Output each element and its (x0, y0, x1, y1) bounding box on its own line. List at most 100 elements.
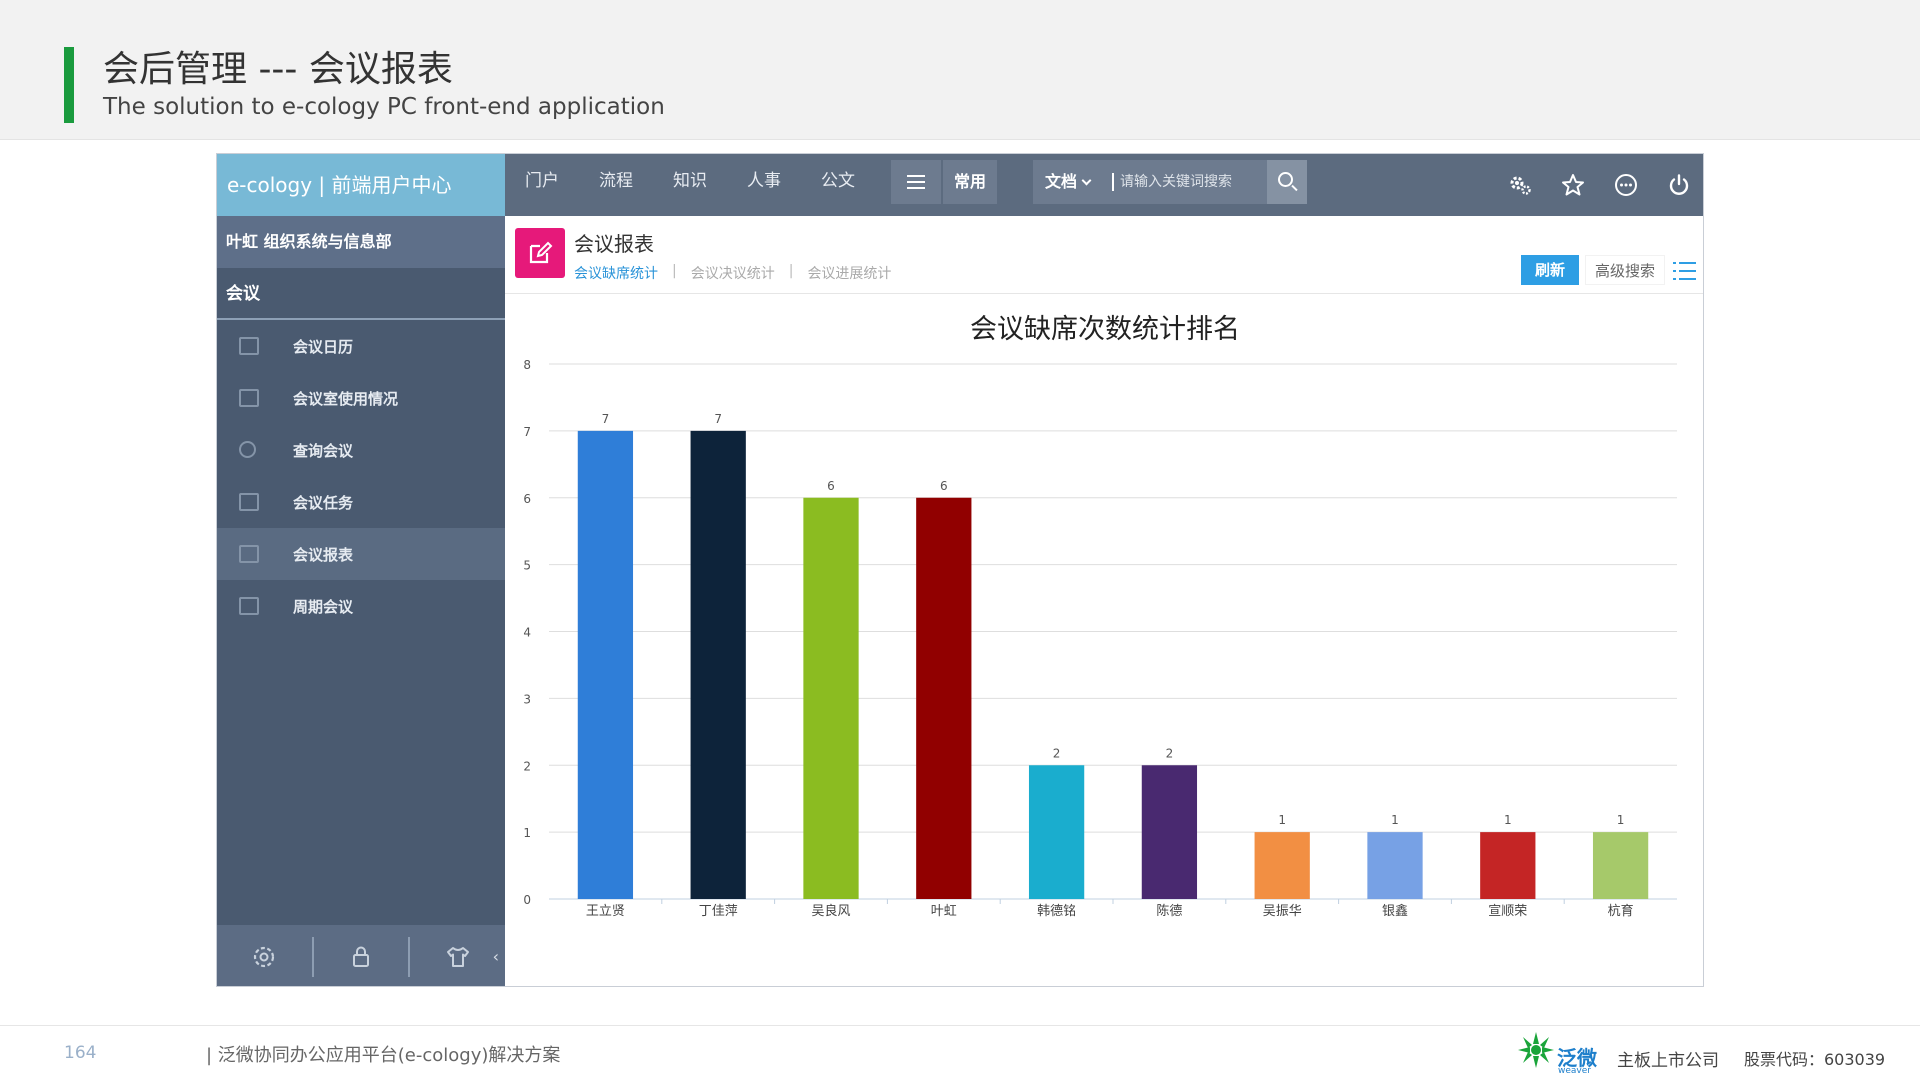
nav-item-workflow[interactable]: 流程 (599, 154, 673, 216)
sidebar: 叶虹 组织系统与信息部 会议 会议日历 会议室使用情况 查询会议 会议任务 会议… (217, 216, 505, 986)
y-tick-label: 5 (523, 559, 531, 573)
data-label: 2 (1166, 746, 1174, 760)
list-icon[interactable] (1673, 260, 1697, 282)
data-label: 7 (602, 412, 610, 426)
tab-resolution[interactable]: 会议决议统计 (691, 263, 775, 283)
sidebar-item-label: 会议日历 (293, 337, 354, 356)
sidebar-item-label: 查询会议 (293, 441, 354, 460)
bar (1367, 832, 1423, 899)
power-icon[interactable] (1652, 154, 1703, 216)
slide-subtitle: The solution to e-cology PC front-end ap… (103, 94, 665, 120)
page-title: 会议报表 (574, 232, 654, 256)
data-label: 1 (1391, 813, 1399, 827)
bar (1480, 832, 1536, 899)
slide-title: 会后管理 --- 会议报表 (103, 49, 453, 90)
refresh-button[interactable]: 刷新 (1521, 255, 1579, 285)
sidebar-item-reports[interactable]: 会议报表 (217, 528, 505, 580)
stock-code-text: 股票代码：603039 (1744, 1050, 1886, 1069)
cycle-icon (239, 597, 259, 615)
y-tick-label: 0 (523, 893, 531, 907)
nav-item-knowledge[interactable]: 知识 (673, 154, 747, 216)
data-label: 1 (1278, 813, 1286, 827)
more-icon[interactable] (1599, 154, 1652, 216)
hamburger-icon (907, 173, 925, 191)
search-input[interactable] (1120, 170, 1260, 194)
absence-bar-chart: 0 1 2 3 4 5 6 7 8 7 王立贤 7 丁佳萍 6 吴良风 6 叶虹 2 韩德铭 2 陈德 1 吴振华 1 银鑫 1 宣… (523, 358, 1677, 919)
search-divider (1112, 173, 1114, 191)
lock-icon[interactable] (314, 925, 409, 986)
accent-bar (64, 47, 74, 123)
y-tick-label: 4 (523, 626, 531, 640)
sidebar-item-label: 周期会议 (293, 597, 354, 616)
sidebar-item-label: 会议室使用情况 (293, 389, 399, 408)
search-button[interactable] (1267, 160, 1307, 204)
sidebar-footer: ‹ (217, 925, 505, 986)
menu-button[interactable] (891, 160, 941, 204)
sidebar-item-tasks[interactable]: 会议任务 (217, 476, 505, 528)
bar (690, 430, 746, 899)
x-tick-label: 王立贤 (586, 904, 625, 919)
user-info[interactable]: 叶虹 组织系统与信息部 (217, 216, 505, 268)
bar (1141, 765, 1198, 899)
tab-divider: | (672, 263, 677, 279)
bar (1592, 832, 1649, 899)
common-button[interactable]: 常用 (943, 160, 997, 204)
x-tick-label: 银鑫 (1382, 903, 1408, 919)
data-label: 1 (1504, 813, 1512, 827)
bar (577, 430, 634, 899)
x-tick-label: 叶虹 (931, 904, 957, 919)
app-window: e-cology | 前端用户中心 门户 流程 知识 人事 公文 常用 文档 请… (216, 153, 1704, 987)
sidebar-item-label: 会议报表 (293, 545, 354, 564)
sidebar-item-label: 会议任务 (293, 493, 354, 512)
main-content: 会议报表 会议缺席统计 | 会议决议统计 | 会议进展统计 刷新 高级搜索 会议… (505, 216, 1703, 986)
content-header: 会议报表 会议缺席统计 | 会议决议统计 | 会议进展统计 刷新 高级搜索 (505, 216, 1703, 294)
main-nav: 门户 流程 知识 人事 公文 (525, 154, 895, 216)
search-icon (239, 441, 256, 458)
report-tabs: 会议缺席统计 | 会议决议统计 | 会议进展统计 (574, 263, 899, 283)
sidebar-item-calendar[interactable]: 会议日历 (217, 320, 505, 372)
x-tick-label: 韩德铭 (1037, 904, 1076, 919)
x-tick-label: 吴良风 (811, 903, 850, 919)
task-icon (239, 493, 259, 511)
bar (1254, 832, 1310, 899)
sidebar-menu: 会议日历 会议室使用情况 查询会议 会议任务 会议报表 周期会议 (217, 320, 505, 632)
bar (916, 497, 972, 899)
collapse-sidebar-button[interactable]: ‹ (493, 947, 499, 966)
search-type-select[interactable]: 文档 (1045, 160, 1092, 204)
bar (803, 497, 859, 899)
top-bar: e-cology | 前端用户中心 门户 流程 知识 人事 公文 常用 文档 (217, 154, 1703, 216)
x-tick-label: 丁佳萍 (699, 904, 738, 919)
star-icon[interactable] (1546, 154, 1599, 216)
nav-item-document[interactable]: 公文 (821, 154, 895, 216)
y-tick-label: 2 (523, 759, 531, 773)
listed-company-text: 主板上市公司 (1617, 1051, 1719, 1071)
top-icons (1493, 154, 1703, 216)
sidebar-item-room-usage[interactable]: 会议室使用情况 (217, 372, 505, 424)
page-number: 164 (64, 1043, 97, 1063)
y-tick-label: 6 (523, 492, 531, 506)
tab-progress[interactable]: 会议进展统计 (807, 263, 891, 283)
settings-icon[interactable] (1493, 154, 1546, 216)
bar (1028, 765, 1085, 899)
search-box: 文档 (1033, 160, 1267, 204)
sidebar-section-title[interactable]: 会议 (217, 268, 505, 320)
x-tick-label: 杭育 (1608, 903, 1634, 919)
data-label: 7 (714, 412, 722, 426)
sidebar-item-query[interactable]: 查询会议 (217, 424, 505, 476)
settings-icon[interactable] (217, 925, 312, 986)
advanced-search-button[interactable]: 高级搜索 (1585, 255, 1665, 285)
tab-absence[interactable]: 会议缺席统计 (574, 263, 658, 283)
y-tick-label: 7 (523, 425, 531, 439)
room-icon (239, 389, 259, 407)
edit-icon (515, 228, 565, 278)
chevron-down-icon (1081, 175, 1092, 186)
data-label: 6 (940, 479, 948, 493)
shirt-icon[interactable] (410, 925, 505, 986)
sidebar-item-recurring[interactable]: 周期会议 (217, 580, 505, 632)
brand-title[interactable]: e-cology | 前端用户中心 (217, 154, 505, 216)
nav-item-hr[interactable]: 人事 (747, 154, 821, 216)
y-tick-label: 1 (523, 826, 531, 840)
logo-subtext: weaver (1558, 1066, 1591, 1076)
x-tick-label: 宣顺荣 (1488, 903, 1527, 919)
nav-item-portal[interactable]: 门户 (525, 154, 599, 216)
